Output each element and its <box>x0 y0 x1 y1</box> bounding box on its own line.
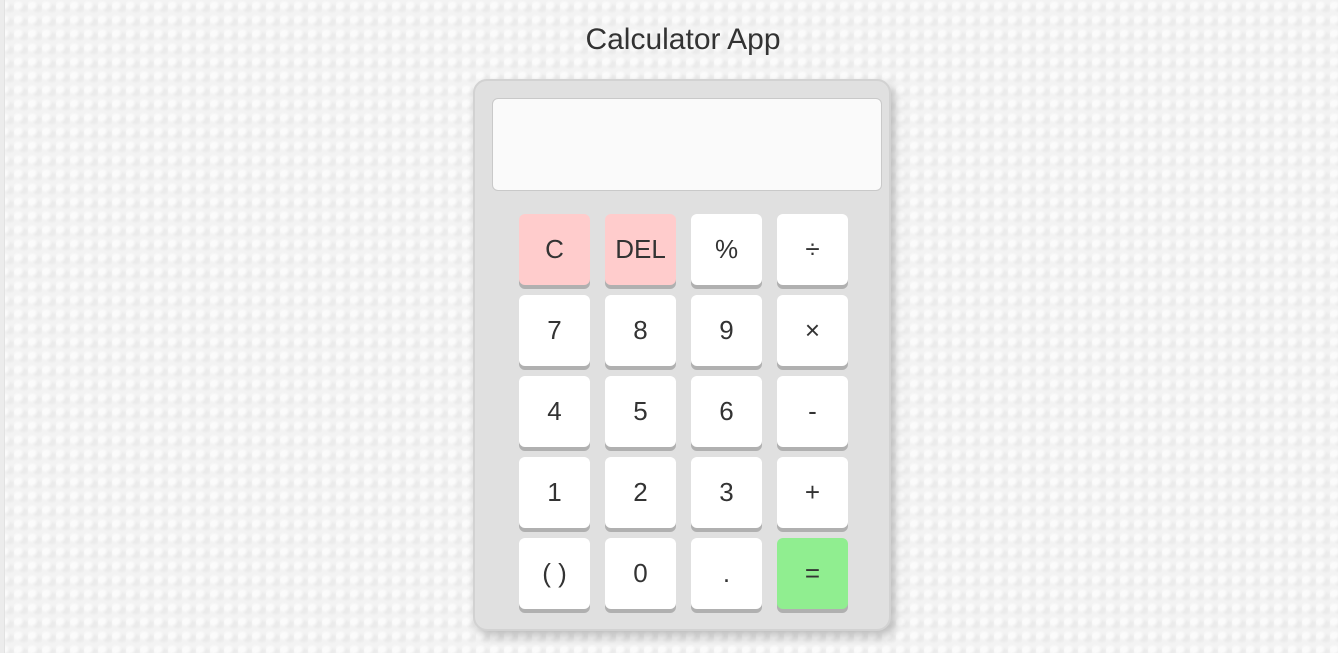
multiply-button[interactable]: × <box>777 295 848 366</box>
digit-9-button[interactable]: 9 <box>691 295 762 366</box>
percent-button[interactable]: % <box>691 214 762 285</box>
page-title: Calculator App <box>585 23 781 56</box>
clear-button[interactable]: C <box>519 214 590 285</box>
digit-8-button[interactable]: 8 <box>605 295 676 366</box>
delete-button[interactable]: DEL <box>605 214 676 285</box>
digit-4-button[interactable]: 4 <box>519 376 590 447</box>
page-edge <box>0 0 5 653</box>
decimal-button[interactable]: . <box>691 538 762 609</box>
add-button[interactable]: + <box>777 457 848 528</box>
parentheses-button[interactable]: ( ) <box>519 538 590 609</box>
digit-3-button[interactable]: 3 <box>691 457 762 528</box>
digit-0-button[interactable]: 0 <box>605 538 676 609</box>
digit-5-button[interactable]: 5 <box>605 376 676 447</box>
calculator-display[interactable] <box>492 98 882 191</box>
keypad: C DEL% ÷ 7 8 9 × 4 5 6- 1 2 3 + ( ) 0. = <box>519 214 848 609</box>
equals-button[interactable]: = <box>777 538 848 609</box>
divide-button[interactable]: ÷ <box>777 214 848 285</box>
digit-1-button[interactable]: 1 <box>519 457 590 528</box>
subtract-button[interactable]: - <box>777 376 848 447</box>
calculator: C DEL% ÷ 7 8 9 × 4 5 6- 1 2 3 + ( ) 0. = <box>473 79 891 631</box>
digit-7-button[interactable]: 7 <box>519 295 590 366</box>
digit-6-button[interactable]: 6 <box>691 376 762 447</box>
digit-2-button[interactable]: 2 <box>605 457 676 528</box>
